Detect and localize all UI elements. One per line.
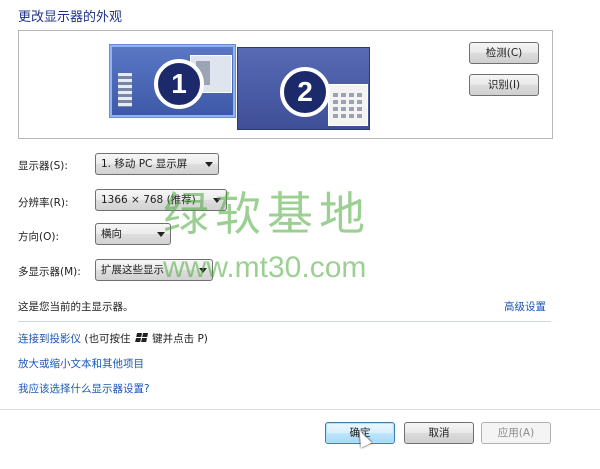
advanced-settings-link[interactable]: 高级设置	[504, 299, 546, 314]
orientation-select-value: 横向	[101, 228, 122, 240]
display-help-link[interactable]: 我应该选择什么显示器设置?	[18, 381, 150, 396]
monitor-2-thumbnail[interactable]: 2	[237, 47, 370, 130]
monitor-1-number: 1	[154, 59, 204, 109]
projector-row: 连接到投影仪 (也可按住 键并点击 P)	[18, 331, 208, 346]
main-display-status: 这是您当前的主显示器。	[18, 301, 134, 313]
cancel-button[interactable]: 取消	[404, 422, 474, 444]
section-divider	[18, 321, 551, 322]
identify-button[interactable]: 识别(I)	[469, 74, 539, 96]
orientation-label: 方向(O):	[18, 231, 59, 243]
projector-link[interactable]: 连接到投影仪	[18, 333, 81, 345]
multi-display-select-value: 扩展这些显示	[101, 264, 164, 276]
projector-hint-after: 键并点击 P)	[152, 333, 208, 345]
monitor-2-number: 2	[280, 67, 330, 117]
windows-logo-icon	[134, 333, 148, 343]
detect-button[interactable]: 检测(C)	[469, 42, 539, 64]
window-thumbnail-icon	[118, 73, 132, 107]
chevron-down-icon	[205, 162, 213, 167]
grid-thumbnail-icon	[328, 84, 368, 126]
text-size-link[interactable]: 放大或缩小文本和其他项目	[18, 356, 144, 371]
display-label: 显示器(S):	[18, 160, 68, 172]
watermark-url: www.mt30.com	[163, 251, 367, 284]
resolution-label: 分辨率(R):	[18, 197, 69, 209]
multi-display-label: 多显示器(M):	[18, 266, 81, 278]
orientation-select[interactable]: 横向	[95, 223, 171, 245]
projector-hint-before: (也可按住	[84, 333, 131, 345]
footer-divider	[0, 409, 600, 410]
display-select-value: 1. 移动 PC 显示屏	[101, 158, 188, 170]
display-select[interactable]: 1. 移动 PC 显示屏	[95, 153, 219, 175]
watermark-text: 绿软基地	[163, 187, 371, 241]
monitor-1-thumbnail[interactable]: 1	[110, 45, 235, 117]
page-title: 更改显示器的外观	[18, 10, 123, 25]
apply-button[interactable]: 应用(A)	[481, 422, 551, 444]
